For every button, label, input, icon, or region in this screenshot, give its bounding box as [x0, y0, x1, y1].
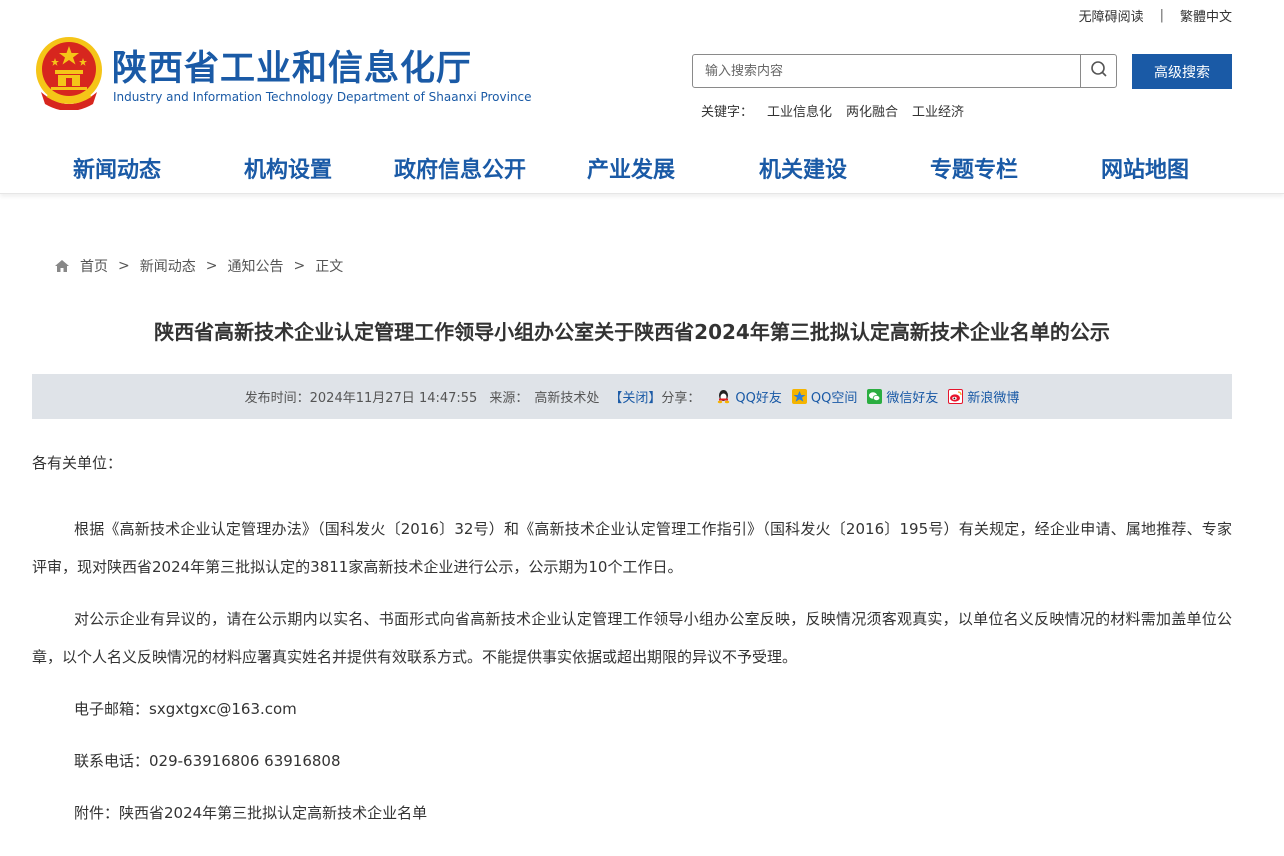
publish-time-label: 发布时间： — [244, 391, 310, 406]
share-weibo[interactable]: 新浪微博 — [948, 387, 1019, 406]
qzone-icon — [791, 389, 807, 404]
wechat-icon — [867, 389, 883, 404]
share-wechat[interactable]: 微信好友 — [867, 387, 938, 406]
nav-item-gov-info[interactable]: 政府信息公开 — [394, 152, 526, 184]
search-box — [692, 54, 1117, 88]
close-link[interactable]: 【关闭】 — [609, 387, 661, 406]
advanced-search-button[interactable]: 高级搜索 — [1132, 54, 1232, 89]
share-label: 分享： — [661, 391, 701, 406]
main-nav: 新闻动态 机构设置 政府信息公开 产业发展 机关建设 专题专栏 网站地图 — [0, 140, 1284, 194]
nav-item-sitemap[interactable]: 网站地图 — [1101, 152, 1189, 184]
attachment-link[interactable]: 附件：陕西省2024年第三批拟认定高新技术企业名单 — [32, 794, 1232, 832]
breadcrumb: 首页 > 新闻动态 > 通知公告 > 正文 — [54, 256, 343, 276]
home-icon — [54, 259, 70, 273]
search-keywords: 关键字： 工业信息化 两化融合 工业经济 — [701, 101, 964, 120]
nav-item-organization[interactable]: 机构设置 — [244, 152, 332, 184]
article-paragraph: 对公示企业有异议的，请在公示期内以实名、书面形式向省高新技术企业认定管理工作领导… — [32, 610, 1232, 666]
share-qq-friend-label: QQ好友 — [735, 391, 782, 406]
national-emblem-icon — [33, 34, 105, 111]
breadcrumb-separator: > — [293, 258, 306, 274]
article-salutation: 各有关单位： — [32, 454, 123, 472]
article-title: 陕西省高新技术企业认定管理工作领导小组办公室关于陕西省2024年第三批拟认定高新… — [154, 320, 1110, 344]
site-title-english: Industry and Information Technology Depa… — [113, 90, 532, 104]
nav-item-party-building[interactable]: 机关建设 — [759, 152, 847, 184]
traditional-chinese-link[interactable]: 繁體中文 — [1180, 6, 1232, 25]
nav-item-special-topics[interactable]: 专题专栏 — [930, 152, 1018, 184]
topbar-separator: | — [1159, 8, 1164, 23]
keyword-link[interactable]: 工业信息化 — [767, 101, 832, 120]
breadcrumb-separator: > — [118, 258, 130, 274]
search-button[interactable] — [1080, 55, 1116, 87]
search-icon — [1090, 60, 1108, 82]
keywords-label: 关键字： — [701, 105, 754, 120]
site-title[interactable]: 陕西省工业和信息化厅 — [112, 40, 472, 91]
search-input[interactable] — [693, 55, 1078, 87]
breadcrumb-notices[interactable]: 通知公告 — [227, 256, 283, 276]
source-value: 高新技术处 — [534, 391, 600, 406]
nav-item-news[interactable]: 新闻动态 — [73, 152, 161, 184]
nav-item-industry[interactable]: 产业发展 — [587, 152, 675, 184]
publish-time: 2024年11月27日 14:47:55 — [309, 391, 478, 406]
article-content: 各有关单位： 根据《高新技术企业认定管理办法》（国科发火〔2016〕32号）和《… — [32, 440, 1232, 846]
keyword-link[interactable]: 两化融合 — [846, 101, 898, 120]
share-qzone-label: QQ空间 — [810, 391, 858, 406]
accessibility-link[interactable]: 无障碍阅读 — [1079, 6, 1144, 25]
share-weibo-label: 新浪微博 — [967, 391, 1020, 406]
source-label: 来源： — [489, 391, 529, 406]
article-meta-bar: 发布时间： 2024年11月27日 14:47:55 来源： 高新技术处 【关闭… — [32, 374, 1232, 419]
share-qzone[interactable]: QQ空间 — [791, 387, 858, 406]
qq-icon — [716, 389, 731, 404]
top-utility-bar: 无障碍阅读 | 繁體中文 — [1079, 6, 1232, 25]
article-paragraph: 根据《高新技术企业认定管理办法》（国科发火〔2016〕32号）和《高新技术企业认… — [32, 520, 1232, 576]
keyword-link[interactable]: 工业经济 — [912, 101, 964, 120]
breadcrumb-home[interactable]: 首页 — [80, 256, 108, 276]
breadcrumb-current: 正文 — [315, 259, 344, 275]
contact-email: 电子邮箱：sxgxtgxc@163.com — [74, 700, 297, 718]
share-qq-friend[interactable]: QQ好友 — [716, 387, 782, 406]
weibo-icon — [948, 389, 964, 404]
breadcrumb-separator: > — [205, 258, 218, 274]
breadcrumb-news[interactable]: 新闻动态 — [140, 256, 196, 276]
contact-phone: 联系电话：029-63916806 63916808 — [74, 752, 341, 770]
share-wechat-label: 微信好友 — [886, 391, 939, 406]
